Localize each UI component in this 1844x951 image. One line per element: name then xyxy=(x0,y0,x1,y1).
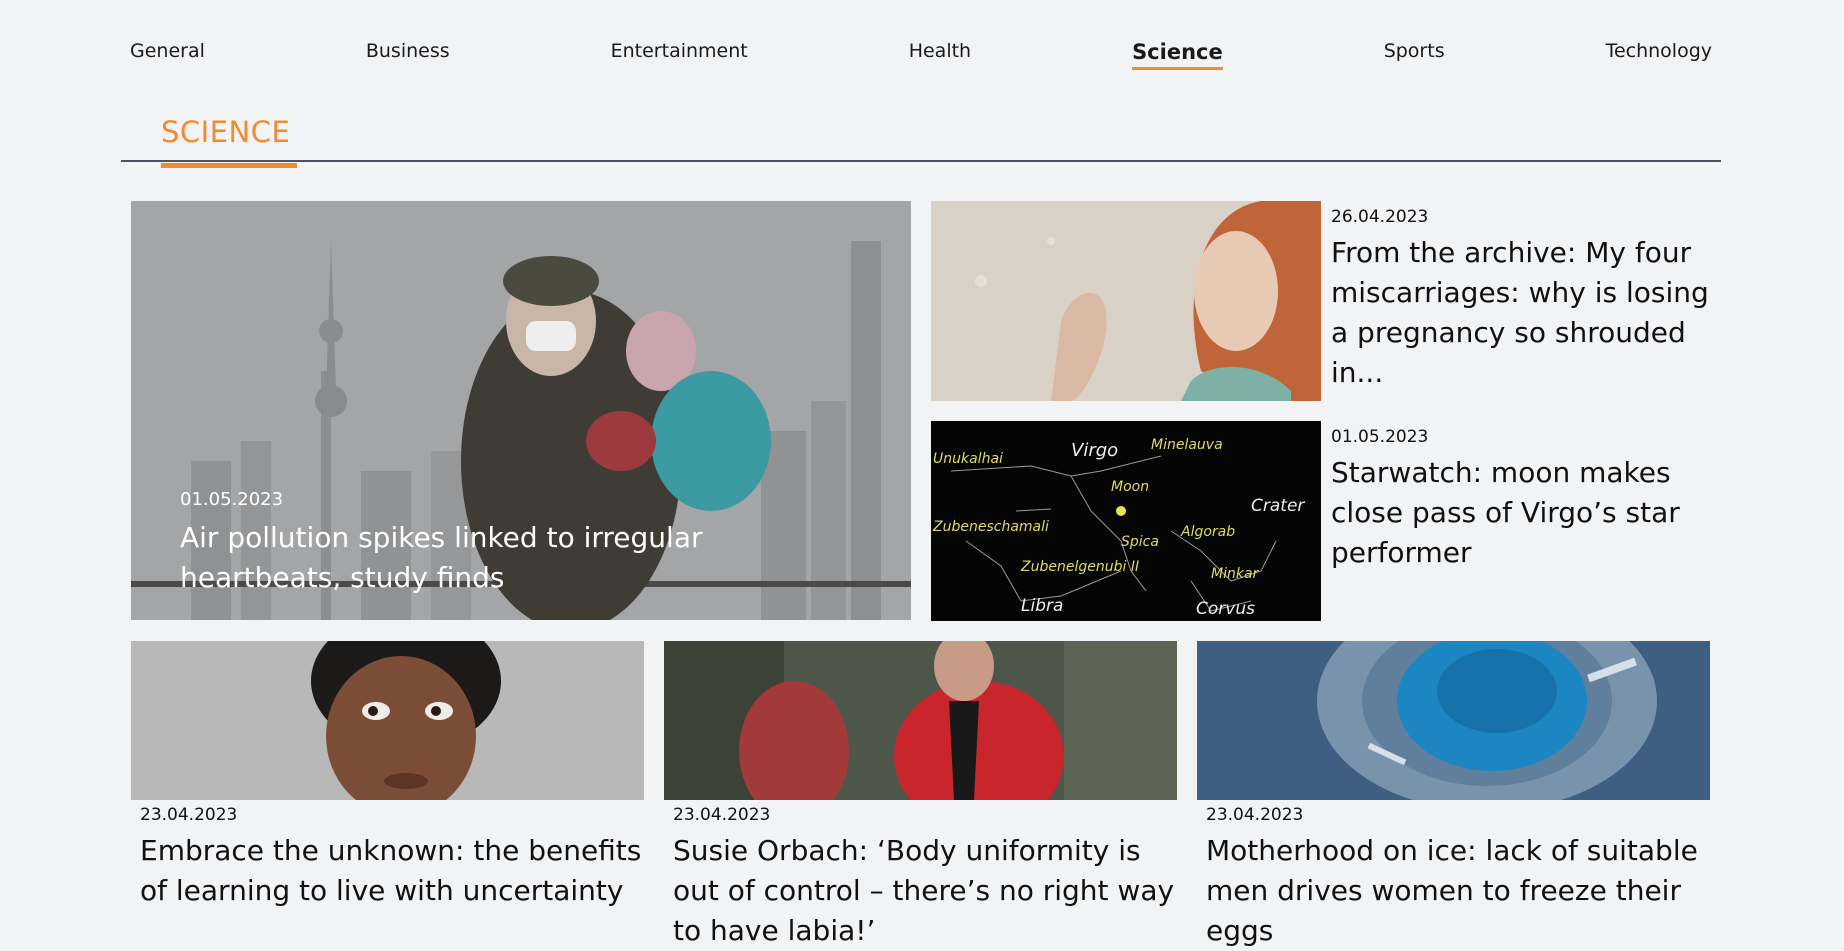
article-date: 23.04.2023 xyxy=(140,805,238,825)
nav-item-business[interactable]: Business xyxy=(366,40,450,65)
section-header: SCIENCE xyxy=(121,110,1721,168)
star-label-zubeneschamali: Zubeneschamali xyxy=(932,519,1049,535)
article-date: 26.04.2023 xyxy=(1331,207,1429,227)
nav-item-technology[interactable]: Technology xyxy=(1606,40,1712,65)
card-article-egg-freezing[interactable]: 23.04.2023 Motherhood on ice: lack of su… xyxy=(1197,641,1710,951)
nav-item-entertainment[interactable]: Entertainment xyxy=(611,40,748,65)
hero-title[interactable]: Air pollution spikes linked to irregular… xyxy=(180,518,740,598)
article-date: 23.04.2023 xyxy=(1206,805,1304,825)
star-label-virgo: Virgo xyxy=(1071,440,1118,461)
card-article-uncertainty[interactable]: 23.04.2023 Embrace the unknown: the bene… xyxy=(131,641,644,911)
section-title-underline xyxy=(161,163,297,168)
card-image-woman-portrait xyxy=(131,641,644,800)
card-article-susie-orbach[interactable]: 23.04.2023 Susie Orbach: ‘Body uniformit… xyxy=(664,641,1177,951)
hero-date: 01.05.2023 xyxy=(180,489,284,510)
card-text: 23.04.2023 Motherhood on ice: lack of su… xyxy=(1197,800,1710,951)
star-label-moon: Moon xyxy=(1111,479,1149,495)
article-title[interactable]: From the archive: My four miscarriages: … xyxy=(1331,233,1711,393)
nav-item-science[interactable]: Science xyxy=(1132,40,1223,70)
side-text: 01.05.2023 Starwatch: moon makes close p… xyxy=(1331,427,1711,573)
star-label-spica: Spica xyxy=(1121,534,1159,550)
article-title[interactable]: Starwatch: moon makes close pass of Virg… xyxy=(1331,453,1711,573)
star-label-algorab: Algorab xyxy=(1180,524,1235,540)
star-label-minkar: Minkar xyxy=(1211,566,1260,582)
side-article-miscarriages[interactable]: 26.04.2023 From the archive: My four mis… xyxy=(931,201,1711,401)
article-date: 23.04.2023 xyxy=(673,805,771,825)
section-title: SCIENCE xyxy=(161,115,291,149)
card-text: 23.04.2023 Embrace the unknown: the bene… xyxy=(131,800,644,911)
star-label-libra: Libra xyxy=(1021,596,1063,616)
card-image-cryo-tank xyxy=(1197,641,1710,800)
side-text: 26.04.2023 From the archive: My four mis… xyxy=(1331,207,1711,393)
card-text: 23.04.2023 Susie Orbach: ‘Body uniformit… xyxy=(664,800,1177,951)
star-label-minelauva: Minelauva xyxy=(1151,437,1223,453)
star-label-unukalhai: Unukalhai xyxy=(933,451,1003,467)
star-label-zubenelgenubi: Zubenelgenubi II xyxy=(1020,559,1139,575)
article-title[interactable]: Embrace the unknown: the benefits of lea… xyxy=(140,831,644,911)
article-title[interactable]: Susie Orbach: ‘Body uniformity is out of… xyxy=(673,831,1177,951)
hero-text: 01.05.2023 Air pollution spikes linked t… xyxy=(180,489,740,598)
side-image-star-chart: Unukalhai Virgo Minelauva Moon Crater Zu… xyxy=(931,421,1321,621)
star-label-crater: Crater xyxy=(1251,496,1305,516)
card-image-susie-orbach xyxy=(664,641,1177,800)
side-article-starwatch[interactable]: Unukalhai Virgo Minelauva Moon Crater Zu… xyxy=(931,421,1711,621)
article-date: 01.05.2023 xyxy=(1331,427,1429,447)
nav-item-health[interactable]: Health xyxy=(909,40,971,65)
category-nav: General Business Entertainment Health Sc… xyxy=(130,40,1712,70)
star-label-corvus: Corvus xyxy=(1196,599,1255,619)
article-title[interactable]: Motherhood on ice: lack of suitable men … xyxy=(1206,831,1710,951)
side-image-illustration-woman xyxy=(931,201,1321,401)
hero-article[interactable]: 01.05.2023 Air pollution spikes linked t… xyxy=(131,201,911,620)
nav-item-general[interactable]: General xyxy=(130,40,205,65)
nav-item-sports[interactable]: Sports xyxy=(1384,40,1445,65)
